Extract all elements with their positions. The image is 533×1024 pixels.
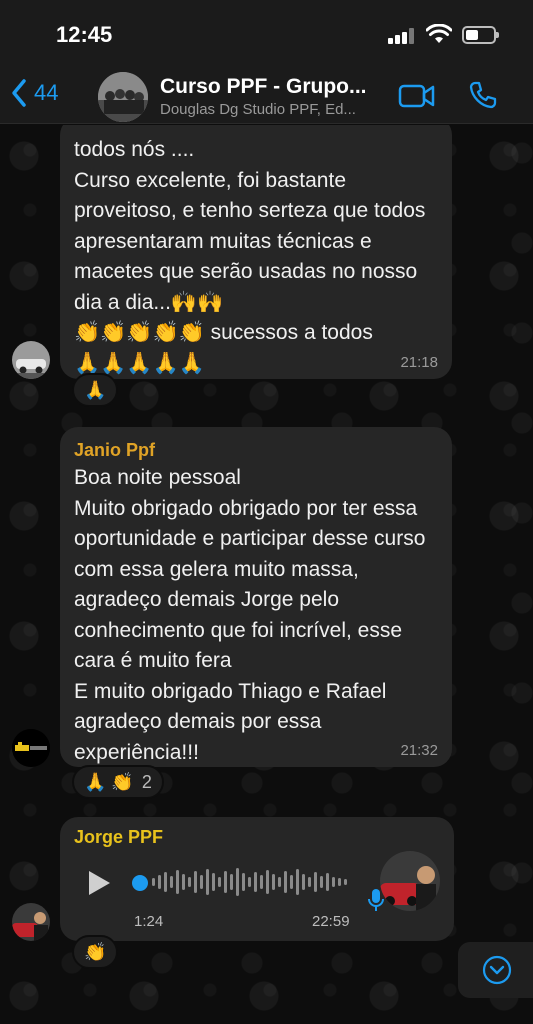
message-time: 22:59 <box>312 913 350 930</box>
message-time: 21:32 <box>400 742 438 759</box>
group-avatar[interactable] <box>98 72 148 122</box>
reaction-pill[interactable]: 🙏 👏 2 <box>72 765 164 799</box>
sender-name[interactable]: Jorge PPF <box>74 827 163 848</box>
reaction-pill[interactable]: 👏 <box>72 935 119 969</box>
chat-header: 44 Curso PPF - Grupo... Douglas Dg Studi… <box>0 70 533 124</box>
status-time: 12:45 <box>56 22 113 47</box>
wifi-icon <box>426 24 452 43</box>
cellular-signal-icon <box>388 28 416 44</box>
voice-message-bubble[interactable]: Jorge PPF 1:24 22:59 <box>60 817 454 941</box>
chevron-left-icon <box>12 79 26 107</box>
message-bubble[interactable]: todos nós .... Curso excelente, foi bast… <box>60 125 452 379</box>
chevron-down-circle-icon <box>482 955 512 985</box>
sender-avatar[interactable] <box>12 729 50 767</box>
playback-position-dot[interactable] <box>132 875 148 891</box>
message-list[interactable]: todos nós .... Curso excelente, foi bast… <box>0 125 533 1024</box>
unread-count: 44 <box>34 80 59 105</box>
back-button[interactable]: 44 <box>10 78 58 108</box>
battery-icon <box>462 26 499 44</box>
microphone-icon <box>368 889 384 911</box>
video-camera-icon[interactable] <box>398 82 436 110</box>
sender-avatar[interactable] <box>12 903 50 941</box>
reaction-emoji: 👏 <box>84 941 107 962</box>
reaction-pill[interactable]: 🙏 <box>72 373 119 407</box>
reaction-emoji: 🙏 <box>84 379 107 400</box>
chat-title[interactable]: Curso PPF - Grupo... <box>160 75 367 99</box>
phone-icon[interactable] <box>468 80 498 110</box>
scroll-to-bottom-button[interactable] <box>458 942 533 998</box>
message-bubble[interactable]: Janio Ppf Boa noite pessoal Muito obriga… <box>60 427 452 767</box>
sender-avatar[interactable] <box>12 341 50 379</box>
sender-name[interactable]: Janio Ppf <box>74 437 438 463</box>
message-time: 21:18 <box>400 354 438 371</box>
message-text: todos nós .... Curso excelente, foi bast… <box>74 138 426 375</box>
audio-waveform[interactable] <box>152 865 352 899</box>
voice-duration: 1:24 <box>134 913 164 930</box>
chat-members[interactable]: Douglas Dg Studio PPF, Ed... <box>160 101 356 118</box>
message-text: Boa noite pessoal Muito obrigado obrigad… <box>74 466 426 764</box>
reaction-count: 2 <box>141 771 152 792</box>
reaction-emoji: 🙏 👏 <box>84 771 134 792</box>
play-icon[interactable] <box>86 869 112 897</box>
status-bar: 12:45 <box>0 0 533 70</box>
voice-sender-avatar <box>380 851 440 911</box>
